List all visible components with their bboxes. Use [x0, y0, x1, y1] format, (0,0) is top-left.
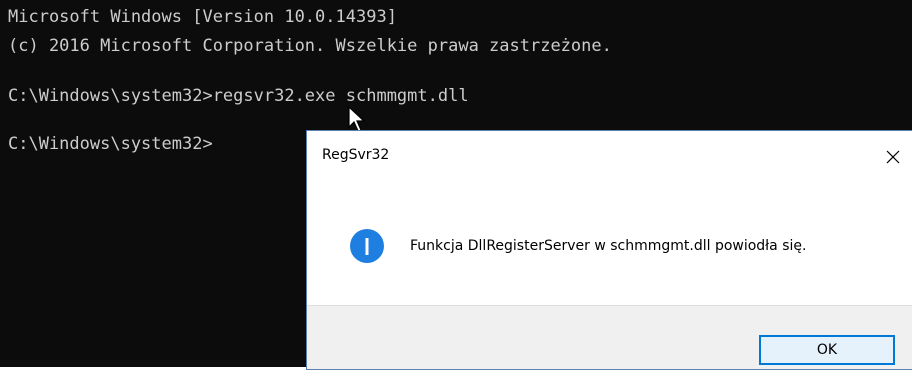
- dialog-footer: OK: [307, 305, 912, 369]
- mouse-cursor-icon: [348, 106, 366, 132]
- info-icon: [350, 229, 384, 263]
- console-line-command: C:\Windows\system32>regsvr32.exe schmmgm…: [8, 86, 469, 106]
- dialog-message: Funkcja DllRegisterServer w schmmgmt.dll…: [410, 238, 807, 254]
- regsvr32-dialog: RegSvr32 Funkcja DllRegisterServer w sch…: [306, 130, 912, 370]
- console-line-copyright: (c) 2016 Microsoft Corporation. Wszelkie…: [8, 36, 612, 56]
- dialog-body: Funkcja DllRegisterServer w schmmgmt.dll…: [307, 185, 912, 305]
- dialog-title: RegSvr32: [322, 147, 390, 163]
- close-button[interactable]: [875, 139, 911, 175]
- dialog-titlebar[interactable]: RegSvr32: [307, 131, 912, 185]
- ok-button[interactable]: OK: [759, 335, 895, 365]
- console-line-version: Microsoft Windows [Version 10.0.14393]: [8, 7, 397, 27]
- console-line-prompt: C:\Windows\system32>: [8, 134, 213, 154]
- close-icon: [886, 150, 900, 164]
